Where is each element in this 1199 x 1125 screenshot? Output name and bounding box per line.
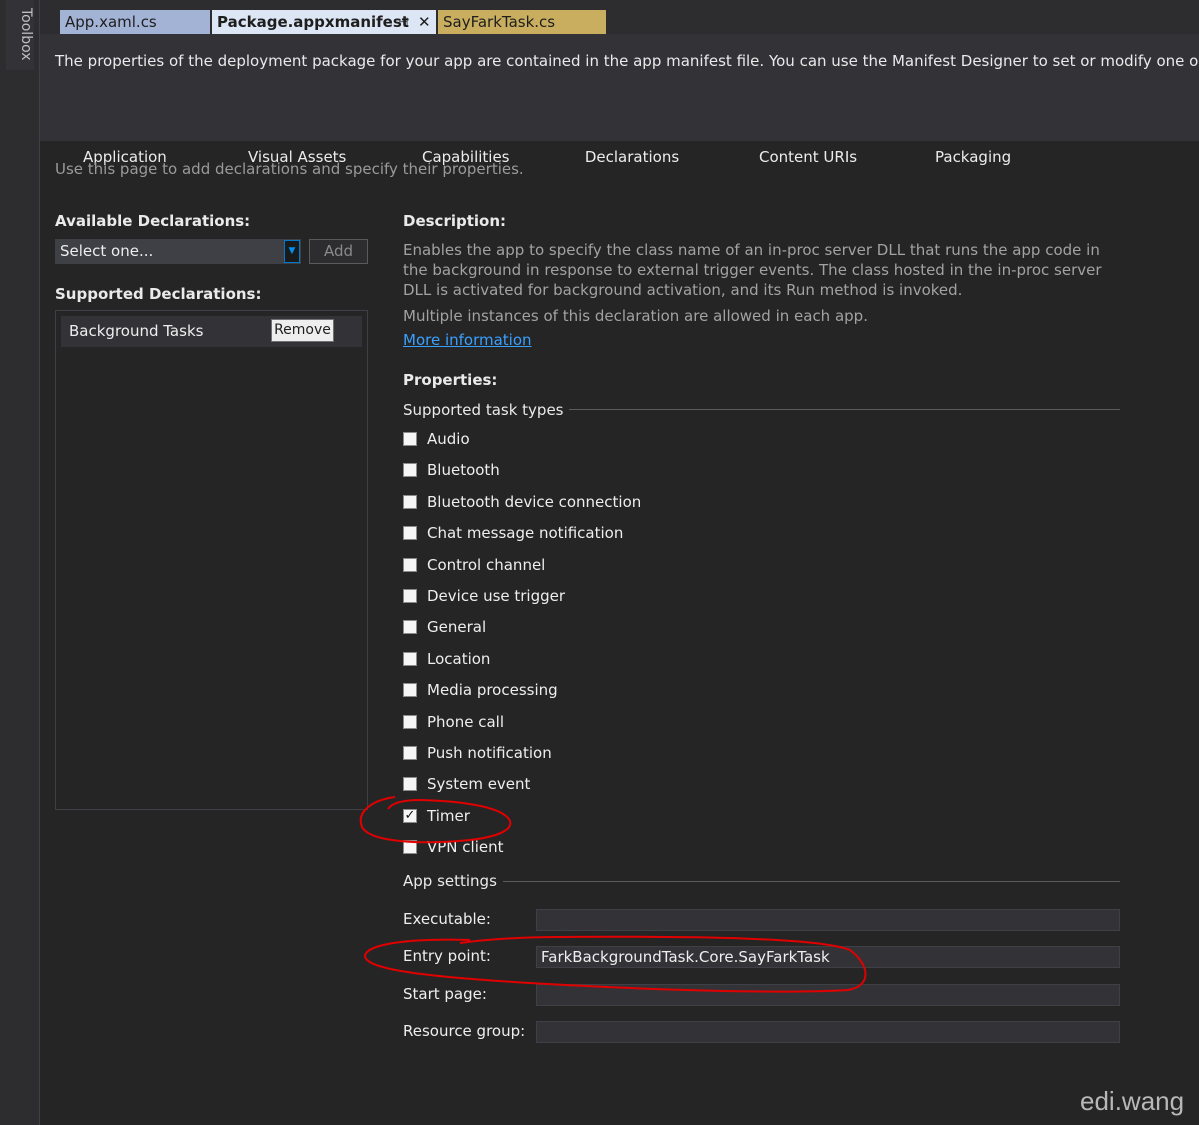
entry-point-annotation-circle (363, 935, 867, 993)
annotation-overlay (359, 796, 867, 993)
timer-annotation-circle (359, 796, 512, 844)
